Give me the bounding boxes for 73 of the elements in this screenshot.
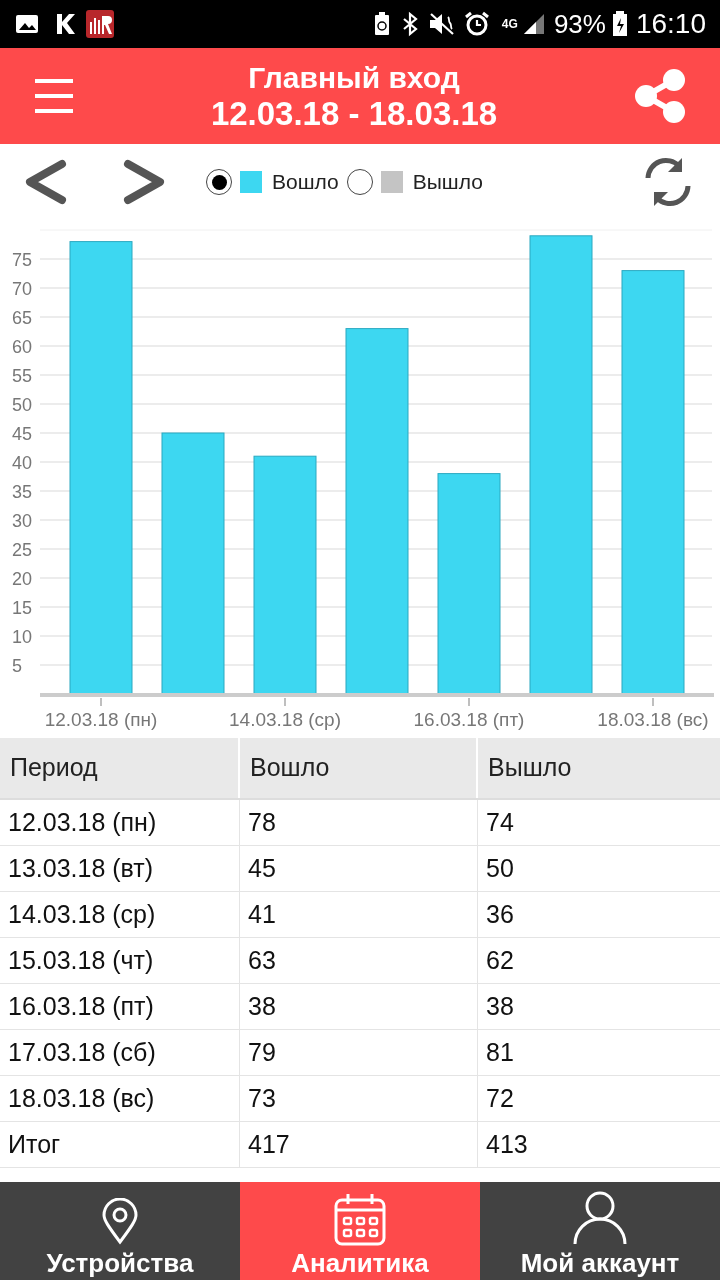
nav-tab[interactable]: Мой аккаунт — [480, 1182, 720, 1280]
table-cell-text: 62 — [485, 944, 515, 976]
y-tick-label: 65 — [12, 308, 33, 328]
table-cell: 14.03.18 (ср) — [0, 892, 240, 937]
x-tick-label: 18.03.18 (вс) — [597, 709, 709, 730]
table-cell: 15.03.18 (чт) — [0, 938, 240, 983]
table-cell-text: 413 — [485, 1128, 529, 1160]
column-header: Вышло — [487, 752, 573, 784]
battery-percent: 93% — [553, 7, 606, 41]
y-tick-label: 10 — [12, 627, 33, 647]
table-cell: 18.03.18 (вс) — [0, 1076, 240, 1121]
alarm-icon — [463, 11, 490, 37]
table-cell: 45 — [240, 846, 478, 891]
menu-icon — [33, 76, 75, 116]
y-tick-label: 75 — [12, 250, 33, 270]
table-cell-text: 74 — [485, 806, 515, 838]
network-type: 4G — [501, 18, 518, 30]
table-cell: 63 — [240, 938, 478, 983]
share-icon — [632, 68, 688, 124]
y-tick-label: 15 — [12, 598, 33, 618]
y-tick-label: 35 — [12, 482, 33, 502]
mute-vibrate-icon — [427, 11, 456, 37]
table-cell-text: 72 — [485, 1082, 515, 1114]
table-cell: 417 — [240, 1122, 478, 1167]
column-header: Вошло — [240, 738, 478, 798]
table-cell: 41 — [240, 892, 478, 937]
x-tick — [284, 697, 286, 707]
table-cell: 78 — [240, 800, 478, 845]
header-title: Главный вход — [248, 60, 460, 96]
table-cell: 16.03.18 (пт) — [0, 984, 240, 1029]
table-cell: 17.03.18 (сб) — [0, 1030, 240, 1075]
x-tick-label: 14.03.18 (ср) — [229, 709, 341, 730]
table-cell: 79 — [240, 1030, 478, 1075]
nav-tab[interactable]: Устройства — [0, 1182, 240, 1280]
table-cell-text: 81 — [485, 1036, 515, 1068]
y-tick-label: 40 — [12, 453, 33, 473]
x-tick — [652, 697, 654, 707]
table-cell-text: 36 — [485, 898, 515, 930]
table-cell: 38 — [240, 984, 478, 1029]
table-cell: 73 — [240, 1076, 478, 1121]
y-tick-label: 70 — [12, 279, 33, 299]
y-tick-label: 20 — [12, 569, 33, 589]
x-tick-label: 16.03.18 (пт) — [413, 709, 525, 730]
chevron-left-icon — [24, 158, 68, 206]
table-cell-text: 50 — [485, 852, 515, 884]
battery-icon — [611, 11, 628, 37]
app-logo-icon — [86, 10, 114, 38]
chevron-right-icon — [122, 158, 166, 206]
table-cell: Итог — [0, 1122, 240, 1167]
column-header: Период — [0, 738, 240, 798]
y-tick-label: 50 — [12, 395, 33, 415]
y-tick-label: 45 — [12, 424, 33, 444]
x-tick — [468, 697, 470, 707]
person-icon — [572, 1190, 628, 1246]
y-tick-label: 60 — [12, 337, 33, 357]
x-tick-label: 12.03.18 (пн) — [44, 709, 158, 730]
y-tick-label: 30 — [12, 511, 33, 531]
table-cell: 12.03.18 (пн) — [0, 800, 240, 845]
series-radio[interactable]: Вышло — [346, 166, 483, 198]
k-logo-icon — [54, 12, 76, 36]
next-button[interactable] — [122, 158, 166, 206]
clock: 16:10 — [635, 7, 706, 41]
table-cell-text: 38 — [485, 990, 515, 1022]
series-radio[interactable]: Вошло — [206, 166, 339, 198]
date-range: 12.03.18 - 18.03.18 — [210, 96, 498, 132]
image-icon — [14, 12, 40, 36]
y-tick-label: 25 — [12, 540, 33, 560]
table-cell: 13.03.18 (вт) — [0, 846, 240, 891]
previous-button[interactable] — [24, 158, 68, 206]
y-tick-label: 55 — [12, 366, 33, 386]
y-tick-label: 5 — [12, 656, 22, 676]
share-button[interactable] — [632, 68, 688, 124]
x-tick — [100, 697, 102, 707]
